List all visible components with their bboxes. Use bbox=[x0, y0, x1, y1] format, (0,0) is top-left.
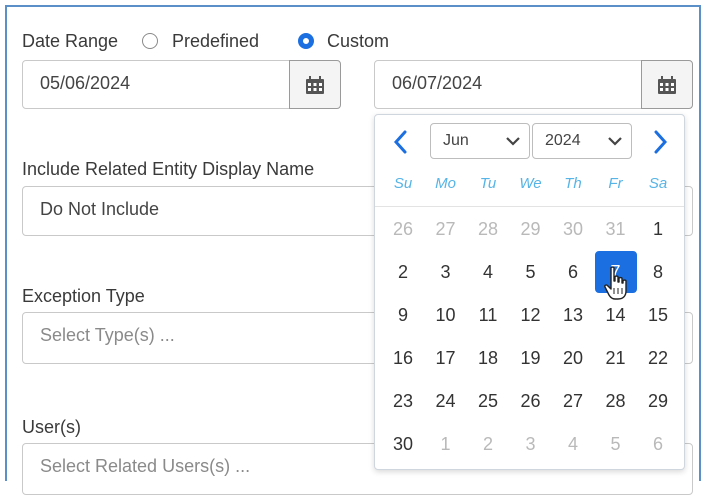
calendar-day[interactable]: 15 bbox=[637, 294, 679, 336]
exception-type-placeholder: Select Type(s) ... bbox=[40, 325, 175, 345]
end-date-value: 06/07/2024 bbox=[392, 73, 483, 93]
chevron-right-icon[interactable] bbox=[650, 129, 670, 155]
calendar-day[interactable]: 13 bbox=[552, 294, 594, 336]
users-label: User(s) bbox=[22, 417, 81, 437]
start-date-calendar-button[interactable] bbox=[289, 60, 341, 109]
predefined-label[interactable]: Predefined bbox=[172, 31, 259, 52]
calendar-day[interactable]: 8 bbox=[637, 251, 679, 293]
related-entity-value: Do Not Include bbox=[40, 199, 160, 219]
calendar-day[interactable]: 3 bbox=[510, 423, 552, 465]
calendar-day[interactable]: 28 bbox=[595, 380, 637, 422]
year-select[interactable]: 2024 bbox=[532, 123, 632, 159]
calendar-day[interactable]: 3 bbox=[425, 251, 467, 293]
calendar-day[interactable]: 12 bbox=[510, 294, 552, 336]
calendar-day[interactable]: 24 bbox=[425, 380, 467, 422]
weekday-we: We bbox=[519, 175, 542, 192]
weekday-sa: Sa bbox=[648, 175, 668, 192]
year-value: 2024 bbox=[545, 132, 581, 149]
calendar-day[interactable]: 1 bbox=[425, 423, 467, 465]
calendar-icon bbox=[658, 76, 676, 94]
month-select[interactable]: Jun bbox=[430, 123, 530, 159]
calendar-day[interactable]: 30 bbox=[382, 423, 424, 465]
calendar-day[interactable]: 29 bbox=[637, 380, 679, 422]
weekday-tu: Tu bbox=[479, 175, 497, 192]
calendar-day[interactable]: 29 bbox=[510, 208, 552, 250]
calendar-day[interactable]: 9 bbox=[382, 294, 424, 336]
calendar-day[interactable]: 23 bbox=[382, 380, 424, 422]
calendar-day[interactable]: 30 bbox=[552, 208, 594, 250]
calendar-day[interactable]: 26 bbox=[382, 208, 424, 250]
predefined-radio[interactable] bbox=[142, 33, 158, 49]
calendar-day[interactable]: 5 bbox=[595, 423, 637, 465]
weekday-fr: Fr bbox=[608, 175, 623, 192]
calendar-day[interactable]: 4 bbox=[467, 251, 509, 293]
datepicker-popup: Jun 2024 Su Mo Tu We Th Fr Sa 26 27 28 29 30 31 1 2 3 4… bbox=[374, 114, 685, 470]
calendar-day[interactable]: 27 bbox=[425, 208, 467, 250]
chevron-down-icon bbox=[506, 137, 520, 146]
calendar-day[interactable]: 6 bbox=[637, 423, 679, 465]
month-value: Jun bbox=[443, 132, 469, 149]
calendar-day[interactable]: 11 bbox=[467, 294, 509, 336]
calendar-day[interactable]: 20 bbox=[552, 337, 594, 379]
calendar-day[interactable]: 21 bbox=[595, 337, 637, 379]
calendar-day[interactable]: 28 bbox=[467, 208, 509, 250]
calendar-day[interactable]: 2 bbox=[382, 251, 424, 293]
divider bbox=[375, 206, 684, 207]
calendar-day[interactable]: 31 bbox=[595, 208, 637, 250]
end-date-input[interactable]: 06/07/2024 bbox=[374, 60, 642, 109]
calendar-day[interactable]: 6 bbox=[552, 251, 594, 293]
start-date-input[interactable]: 05/06/2024 bbox=[22, 60, 290, 109]
calendar-day[interactable]: 1 bbox=[637, 208, 679, 250]
custom-label[interactable]: Custom bbox=[327, 31, 389, 52]
calendar-day[interactable]: 18 bbox=[467, 337, 509, 379]
calendar-day[interactable]: 16 bbox=[382, 337, 424, 379]
calendar-day[interactable]: 25 bbox=[467, 380, 509, 422]
end-date-calendar-button[interactable] bbox=[641, 60, 693, 109]
weekday-mo: Mo bbox=[435, 175, 456, 192]
calendar-day[interactable]: 17 bbox=[425, 337, 467, 379]
chevron-left-icon[interactable] bbox=[391, 129, 411, 155]
hand-pointer-icon bbox=[604, 266, 627, 300]
chevron-down-icon bbox=[608, 137, 622, 146]
start-date-value: 05/06/2024 bbox=[40, 73, 131, 93]
weekday-th: Th bbox=[564, 175, 582, 192]
calendar-icon bbox=[306, 76, 324, 94]
calendar-day[interactable]: 22 bbox=[637, 337, 679, 379]
calendar-day[interactable]: 26 bbox=[510, 380, 552, 422]
date-range-label: Date Range bbox=[22, 31, 119, 51]
calendar-day[interactable]: 10 bbox=[425, 294, 467, 336]
calendar-day[interactable]: 4 bbox=[552, 423, 594, 465]
calendar-day[interactable]: 2 bbox=[467, 423, 509, 465]
calendar-day[interactable]: 19 bbox=[510, 337, 552, 379]
users-placeholder: Select Related Users(s) ... bbox=[40, 456, 251, 476]
exception-type-label: Exception Type bbox=[22, 286, 145, 306]
custom-radio[interactable] bbox=[298, 33, 314, 49]
calendar-day[interactable]: 27 bbox=[552, 380, 594, 422]
calendar-day[interactable]: 5 bbox=[510, 251, 552, 293]
related-entity-label: Include Related Entity Display Name bbox=[22, 159, 315, 179]
weekday-su: Su bbox=[393, 175, 413, 192]
